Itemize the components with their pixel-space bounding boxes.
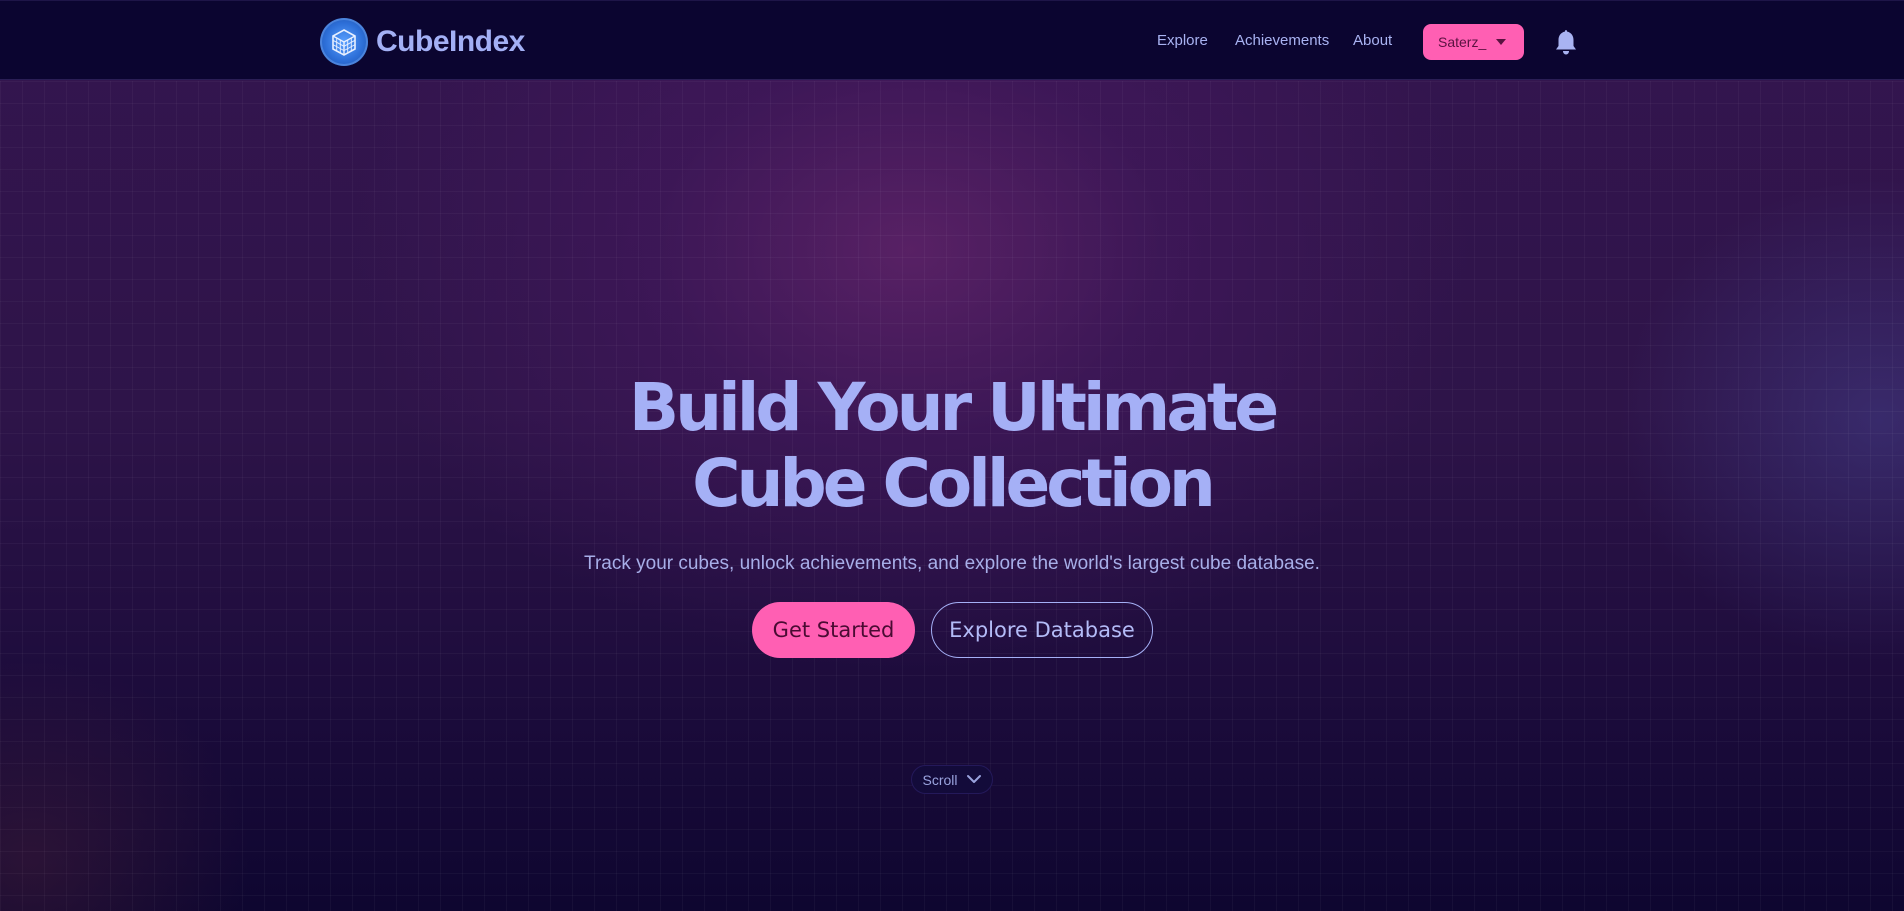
nav-link-achievements[interactable]: Achievements [1235, 32, 1329, 49]
hero-title: Build Your Ultimate Cube Collection [0, 370, 1904, 522]
caret-down-icon [1496, 39, 1506, 45]
top-navbar: CubeIndex Explore Achievements About Sat… [0, 0, 1904, 80]
brand-name: CubeIndex [376, 25, 525, 58]
get-started-button[interactable]: Get Started [752, 602, 915, 658]
landing-page: CubeIndex Explore Achievements About Sat… [0, 0, 1904, 911]
hero-title-line-2: Cube Collection [692, 445, 1216, 522]
cube-globe-icon [320, 18, 368, 66]
hero-title-line-1: Build Your Ultimate [628, 369, 1279, 446]
user-menu-button[interactable]: Saterz_ [1423, 24, 1524, 60]
bell-icon[interactable] [1553, 28, 1579, 56]
scroll-button[interactable]: Scroll [911, 765, 993, 794]
user-name: Saterz_ [1438, 34, 1487, 50]
chevron-down-icon [966, 772, 982, 787]
hero-subtitle: Track your cubes, unlock achievements, a… [584, 553, 1320, 574]
explore-database-button[interactable]: Explore Database [931, 602, 1153, 658]
brand-home-link[interactable]: CubeIndex [320, 17, 525, 67]
scroll-label: Scroll [922, 771, 958, 788]
nav-link-about[interactable]: About [1353, 32, 1392, 49]
nav-link-explore[interactable]: Explore [1157, 32, 1208, 49]
